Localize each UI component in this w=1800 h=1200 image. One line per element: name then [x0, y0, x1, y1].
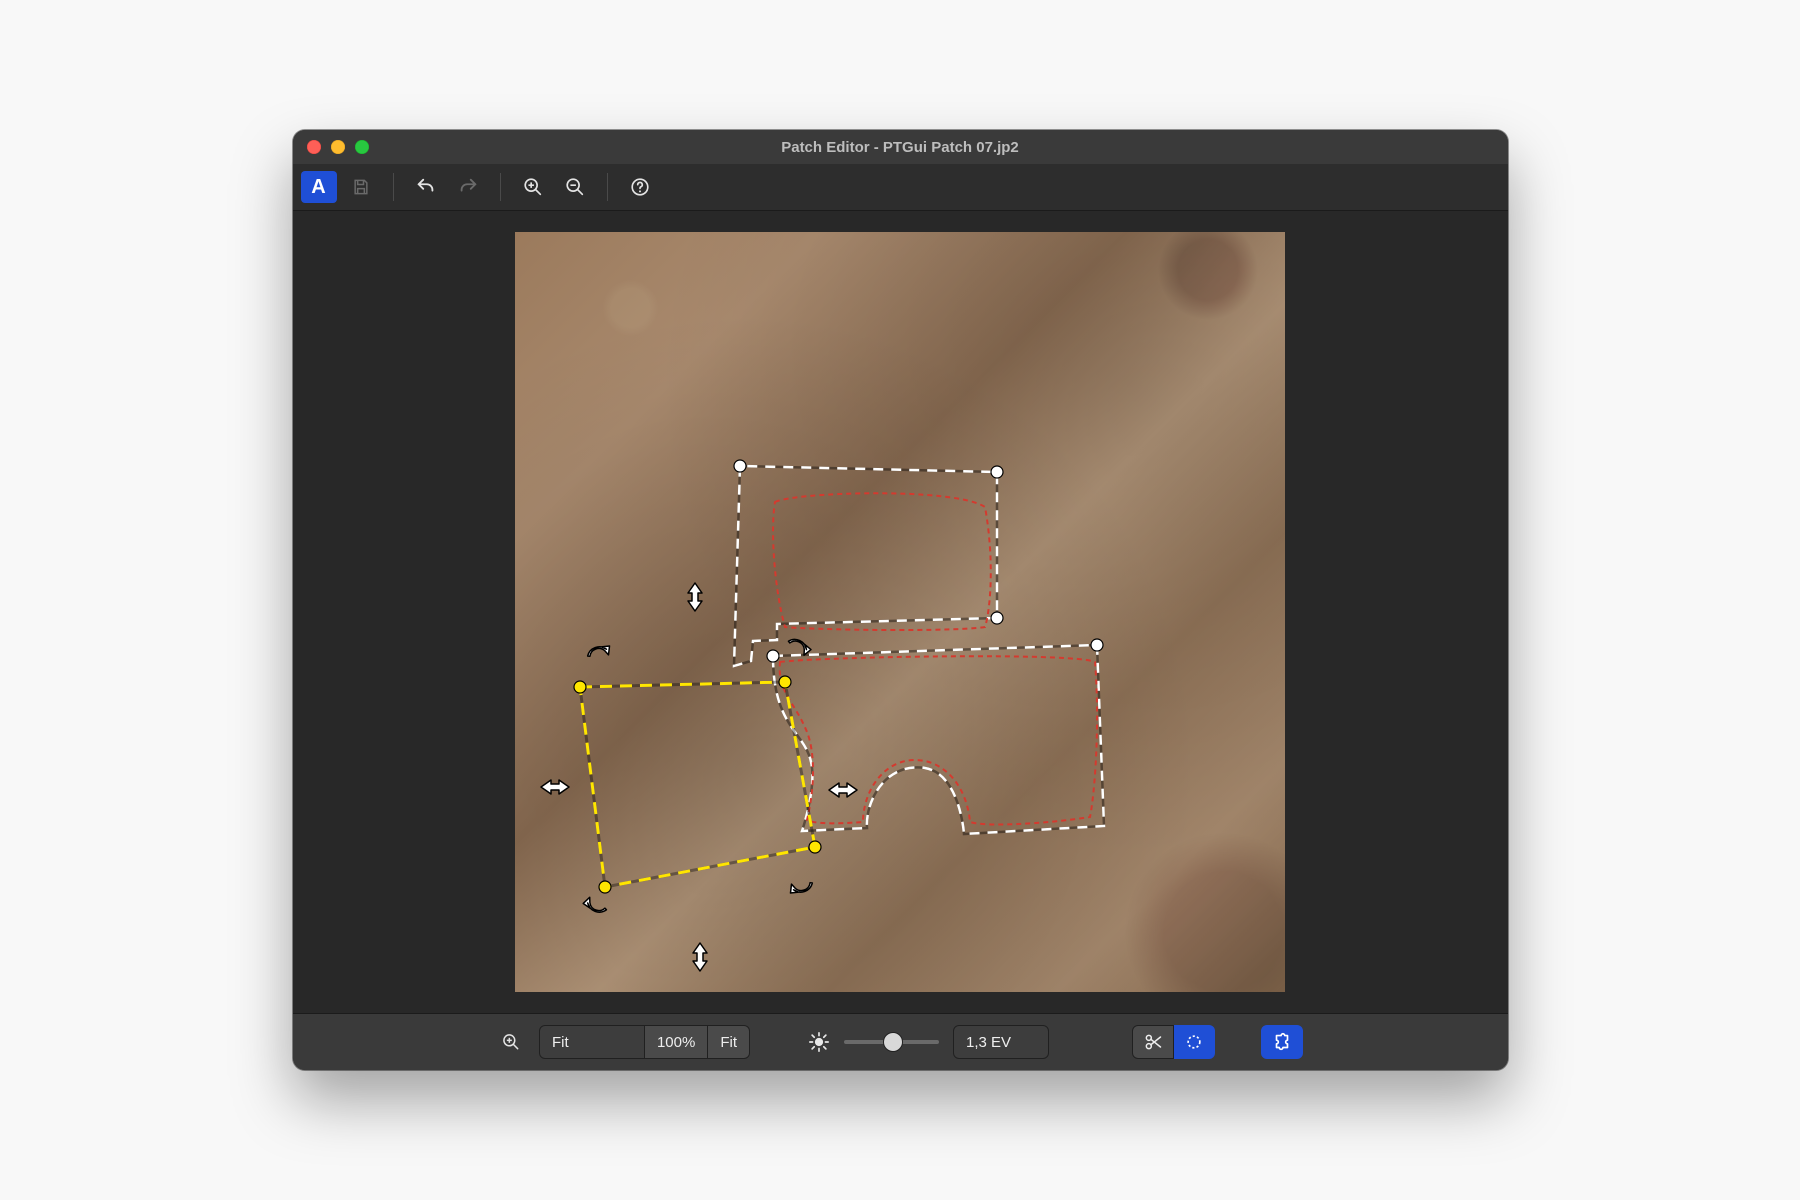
zoom-out-icon: [564, 176, 586, 198]
move-horizontal-icon[interactable]: [829, 783, 857, 797]
rotate-icon[interactable]: [582, 896, 608, 915]
toolbar-separator: [607, 173, 608, 201]
canvas-area[interactable]: [293, 211, 1508, 1013]
patch-editor-window: Patch Editor - PTGui Patch 07.jp2 A: [293, 130, 1508, 1070]
gear-dotted-icon: [1184, 1032, 1204, 1052]
red-lasso: [773, 493, 1097, 824]
tool-group-a: [1132, 1025, 1215, 1059]
fullscreen-window-button[interactable]: [355, 140, 369, 154]
auto-mode-button[interactable]: A: [301, 171, 337, 203]
gear-tool-button[interactable]: [1174, 1025, 1215, 1059]
traffic-lights: [293, 140, 369, 154]
top-toolbar: A: [293, 164, 1508, 211]
shape-tool-button[interactable]: [1261, 1025, 1303, 1059]
titlebar: Patch Editor - PTGui Patch 07.jp2: [293, 130, 1508, 164]
help-button[interactable]: [622, 171, 658, 203]
slider-thumb[interactable]: [883, 1032, 903, 1052]
brightness-icon: [808, 1031, 830, 1053]
zoom-in-icon: [501, 1032, 521, 1052]
letter-a-icon: A: [311, 176, 325, 199]
toolbar-separator: [500, 173, 501, 201]
puzzle-icon: [1271, 1031, 1293, 1053]
rotate-icon[interactable]: [788, 877, 814, 896]
tool-group-b: [1261, 1025, 1303, 1059]
undo-button[interactable]: [408, 171, 444, 203]
toolbar-separator: [393, 173, 394, 201]
save-button[interactable]: [343, 171, 379, 203]
redo-button[interactable]: [450, 171, 486, 203]
move-vertical-icon[interactable]: [688, 583, 702, 611]
rotate-icon[interactable]: [586, 643, 612, 662]
scissors-tool-button[interactable]: [1132, 1025, 1174, 1059]
zoom-group: Fit 100% Fit: [539, 1025, 750, 1059]
zoom-in-button-bottom[interactable]: [497, 1026, 525, 1058]
zoom-fit-button[interactable]: Fit: [708, 1025, 750, 1059]
overlay-layer: [515, 232, 1285, 992]
zoom-100-button[interactable]: 100%: [645, 1025, 708, 1059]
rotate-icon[interactable]: [786, 636, 813, 656]
undo-icon: [415, 176, 437, 198]
zoom-in-button[interactable]: [515, 171, 551, 203]
bottom-toolbar: Fit 100% Fit: [293, 1013, 1508, 1070]
help-icon: [629, 176, 651, 198]
window-title: Patch Editor - PTGui Patch 07.jp2: [293, 139, 1508, 156]
move-horizontal-icon[interactable]: [541, 780, 569, 794]
zoom-in-icon: [522, 176, 544, 198]
exposure-slider[interactable]: [844, 1026, 939, 1058]
patch-shape-selected[interactable]: [574, 676, 821, 893]
zoom-out-button[interactable]: [557, 171, 593, 203]
redo-icon: [457, 176, 479, 198]
move-vertical-icon[interactable]: [693, 943, 707, 971]
close-window-button[interactable]: [307, 140, 321, 154]
scissors-icon: [1143, 1032, 1163, 1052]
zoom-level-input[interactable]: Fit: [539, 1025, 645, 1059]
exposure-value-input[interactable]: 1,3 EV: [953, 1025, 1049, 1059]
patch-image[interactable]: [515, 232, 1285, 992]
patch-shape-1[interactable]: [734, 460, 1104, 834]
save-icon: [351, 177, 371, 197]
minimize-window-button[interactable]: [331, 140, 345, 154]
